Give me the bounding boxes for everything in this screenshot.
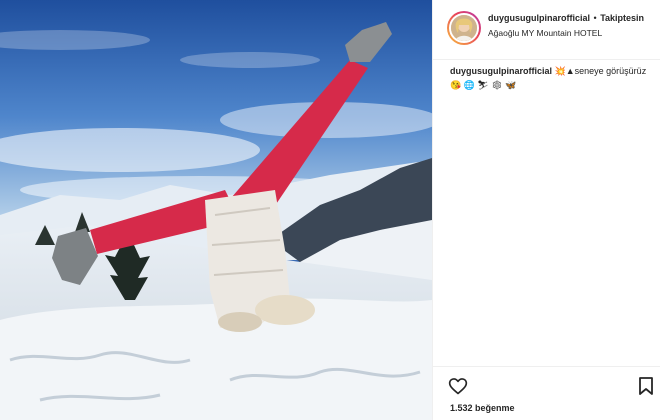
post-image [0, 0, 432, 420]
heart-icon[interactable] [448, 376, 468, 396]
post-sidebar: duygusugulpinarofficial • Takiptesin Ağa… [432, 0, 660, 420]
username-link[interactable]: duygusugulpinarofficial [488, 13, 590, 23]
caption-username[interactable]: duygusugulpinarofficial [450, 66, 552, 76]
username-line: duygusugulpinarofficial • Takiptesin [488, 13, 644, 23]
post-photo[interactable] [0, 0, 432, 420]
location-link[interactable]: Ağaoğlu MY Mountain HOTEL [488, 28, 602, 38]
avatar[interactable] [447, 11, 481, 45]
likes-count[interactable]: 1.532 beğenme [450, 403, 515, 413]
post-actions: 1.532 beğenme [433, 366, 660, 420]
bookmark-icon[interactable] [638, 377, 654, 395]
post-header: duygusugulpinarofficial • Takiptesin Ağa… [433, 0, 660, 60]
separator-dot: • [593, 13, 597, 23]
follow-status-button[interactable]: Takiptesin [600, 13, 644, 23]
post-caption: duygusugulpinarofficial 💥▲seneye görüşür… [450, 64, 650, 92]
profile-photo [449, 13, 479, 43]
